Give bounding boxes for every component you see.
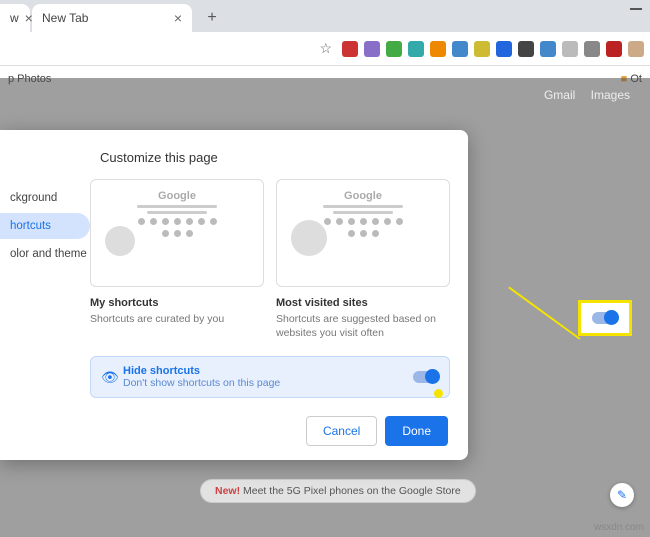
annotation-dot xyxy=(434,389,443,398)
overlay-header-links: Gmail Images xyxy=(532,88,630,102)
minimize-icon[interactable] xyxy=(630,8,642,10)
option-my-shortcuts[interactable]: Google xyxy=(90,179,264,287)
tab-partial[interactable]: w× xyxy=(0,4,30,32)
person-icon xyxy=(105,226,135,256)
extension-icon[interactable] xyxy=(496,41,512,57)
dialog-content: Google My shortcuts Shortcuts are curate… xyxy=(90,179,468,446)
promo-chip[interactable]: New! Meet the 5G Pixel phones on the Goo… xyxy=(200,479,476,503)
extension-icon[interactable] xyxy=(474,41,490,57)
promo-new: New! xyxy=(215,485,240,497)
hide-shortcuts-toggle[interactable] xyxy=(413,371,439,383)
hide-title: Hide shortcuts xyxy=(123,365,413,377)
extension-icon[interactable] xyxy=(364,41,380,57)
new-tab-button[interactable]: + xyxy=(200,6,224,30)
card-label: Most visited sites xyxy=(276,297,450,309)
google-logo-text: Google xyxy=(287,190,439,202)
card-label: My shortcuts xyxy=(90,297,264,309)
customize-dialog: Customize this page ckground hortcuts ol… xyxy=(0,130,468,460)
hide-subtitle: Don't show shortcuts on this page xyxy=(123,377,413,389)
tab-label: New Tab xyxy=(42,11,88,25)
side-item-background[interactable]: ckground xyxy=(0,185,90,211)
extension-icon[interactable] xyxy=(606,41,622,57)
extension-icon[interactable] xyxy=(628,41,644,57)
extension-icon[interactable] xyxy=(386,41,402,57)
annotation-highlight xyxy=(578,300,632,336)
tab-new-tab[interactable]: New Tab × xyxy=(32,4,192,32)
cancel-button[interactable]: Cancel xyxy=(306,416,377,446)
close-icon[interactable]: × xyxy=(174,10,182,26)
extension-icon[interactable] xyxy=(452,41,468,57)
extension-icon[interactable] xyxy=(584,41,600,57)
hide-shortcuts-row: 👁 Hide shortcuts Don't show shortcuts on… xyxy=(90,356,450,398)
eye-off-icon: 👁 xyxy=(101,369,123,386)
extension-icon[interactable] xyxy=(518,41,534,57)
globe-icon xyxy=(291,220,327,256)
images-link[interactable]: Images xyxy=(591,88,630,102)
extension-icon[interactable] xyxy=(408,41,424,57)
side-item-shortcuts[interactable]: hortcuts xyxy=(0,213,90,239)
promo-text: Meet the 5G Pixel phones on the Google S… xyxy=(240,485,461,497)
extension-icon[interactable] xyxy=(430,41,446,57)
tab-strip: w× New Tab × + xyxy=(0,0,650,32)
toggle-callout xyxy=(592,312,618,324)
extension-icon[interactable] xyxy=(540,41,556,57)
gmail-link[interactable]: Gmail xyxy=(544,88,575,102)
side-item-color[interactable]: olor and theme xyxy=(0,241,90,267)
google-logo-text: Google xyxy=(101,190,253,202)
pencil-icon: ✎ xyxy=(617,488,627,502)
extension-icon[interactable] xyxy=(562,41,578,57)
extension-icon[interactable] xyxy=(342,41,358,57)
bookmark-star-icon[interactable]: ☆ xyxy=(319,40,332,57)
tab-label: w xyxy=(10,11,19,25)
done-button[interactable]: Done xyxy=(385,416,448,446)
watermark: wsxdn.com xyxy=(594,522,644,533)
dialog-title: Customize this page xyxy=(0,130,468,179)
dialog-side-menu: ckground hortcuts olor and theme xyxy=(0,179,90,446)
card-desc: Shortcuts are suggested based on website… xyxy=(276,313,450,340)
option-most-visited[interactable]: Google xyxy=(276,179,450,287)
toolbar: ☆ xyxy=(0,32,650,66)
card-desc: Shortcuts are curated by you xyxy=(90,313,264,327)
customize-fab[interactable]: ✎ xyxy=(610,483,634,507)
